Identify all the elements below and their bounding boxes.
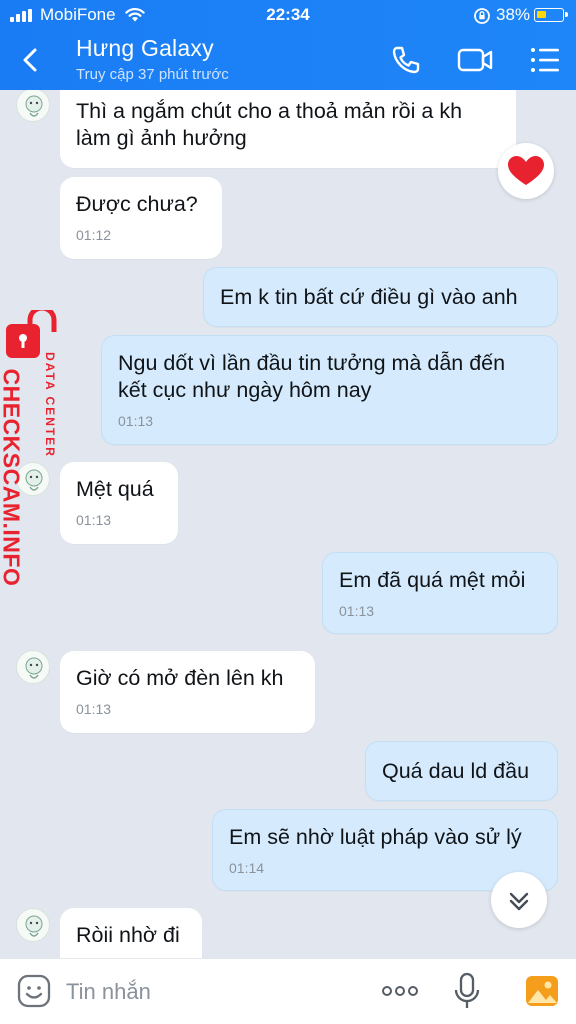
heart-icon [508, 156, 544, 185]
last-seen-status: Truy cập 37 phút trước [76, 66, 229, 83]
contact-avatar[interactable] [16, 650, 50, 684]
watermark-text: CHECKSCAM.INFO [0, 368, 25, 587]
message-text: kết cục như ngày hôm nay [118, 378, 372, 402]
message-text: Mệt quá [76, 477, 154, 501]
message-time: 01:12 [76, 227, 112, 243]
message-text: Quá dau ld đầu [382, 759, 530, 783]
message-text: Được chưa? [76, 192, 198, 216]
message-time: 01:13 [76, 701, 112, 717]
message-time: 01:13 [118, 413, 154, 429]
call-button[interactable] [386, 40, 426, 80]
orientation-lock-icon [474, 8, 490, 24]
message-bubble-incoming[interactable]: Thì a ngắm chút cho a thoả mản rồi a kh … [60, 90, 516, 168]
image-picker-button[interactable] [524, 973, 560, 1009]
message-text: Ngu dốt vì lần đầu tin tưởng mà dẫn đến [118, 351, 506, 375]
message-bubble-incoming[interactable]: Mệt quá 01:13 [60, 462, 178, 544]
message-input[interactable] [66, 975, 356, 1009]
reaction-button[interactable] [498, 143, 554, 199]
watermark: CHECKSCAM.INFO DATA CENTER [0, 352, 57, 590]
message-bubble-incoming[interactable]: Giờ có mở đèn lên kh 01:13 [60, 651, 315, 733]
message-list[interactable]: Thì a ngắm chút cho a thoả mản rồi a kh … [0, 90, 576, 958]
message-time: 01:13 [76, 512, 112, 528]
message-text: làm gì ảnh hưởng [76, 126, 247, 150]
message-bubble-outgoing[interactable]: Ngu dốt vì lần đầu tin tưởng mà dẫn đến … [101, 335, 558, 445]
message-text: Ròii nhờ đi [76, 923, 180, 947]
battery-icon [534, 8, 568, 22]
video-call-button[interactable] [455, 40, 495, 80]
message-bubble-incoming[interactable]: Được chưa? 01:12 [60, 177, 222, 259]
back-button[interactable] [14, 40, 48, 80]
message-text: Thì a ngắm chút cho a thoả mản rồi a kh [76, 99, 463, 123]
battery-percent: 38% [496, 5, 531, 24]
more-options-button[interactable] [380, 979, 420, 1003]
contact-name[interactable]: Hưng Galaxy [76, 35, 214, 62]
emoji-button[interactable] [16, 973, 52, 1009]
chat-header: MobiFone 22:34 38% Hưng Galaxy Truy cập … [0, 0, 576, 90]
message-bubble-outgoing[interactable]: Em đã quá mệt mỏi 01:13 [322, 552, 558, 634]
scroll-to-bottom-button[interactable] [491, 872, 547, 928]
microphone-button[interactable] [452, 971, 482, 1011]
double-chevron-down-icon [509, 892, 529, 911]
message-bubble-outgoing[interactable]: Quá dau ld đầu [365, 741, 558, 801]
message-text: Em đã quá mệt mỏi [339, 568, 526, 592]
message-bubble-incoming[interactable]: Ròii nhờ đi [60, 908, 202, 958]
message-bubble-outgoing[interactable]: Em k tin bất cứ điều gì vào anh [203, 267, 558, 327]
contact-avatar[interactable] [16, 90, 50, 122]
message-text: Em k tin bất cứ điều gì vào anh [220, 285, 518, 309]
watermark-subtext: DATA CENTER [43, 352, 57, 458]
composer-bar [0, 958, 576, 1024]
status-bar: MobiFone 22:34 38% [0, 0, 576, 30]
menu-button[interactable] [526, 40, 566, 80]
message-text: Giờ có mở đèn lên kh [76, 666, 284, 690]
message-time: 01:13 [339, 603, 375, 619]
contact-avatar[interactable] [16, 908, 50, 942]
message-text: Em sẽ nhờ luật pháp vào sử lý [229, 825, 522, 849]
